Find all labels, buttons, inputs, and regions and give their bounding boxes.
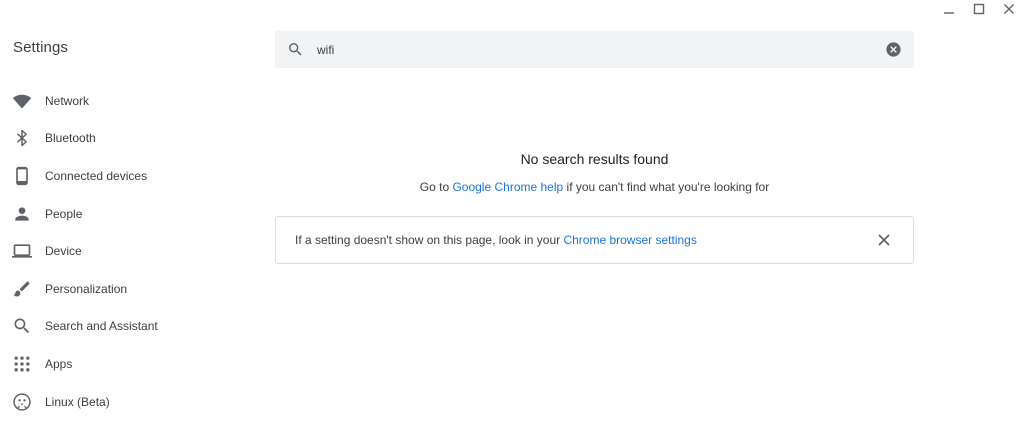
sidebar-item-device[interactable]: Device [0, 232, 240, 270]
minimize-icon [944, 12, 954, 14]
close-window-button[interactable] [994, 0, 1024, 18]
page-title: Settings [13, 39, 68, 56]
search-icon [287, 41, 305, 59]
notice-text-container: If a setting doesn't show on this page, … [276, 233, 875, 247]
person-icon [11, 203, 33, 225]
sidebar: Network Bluetooth Connected devices Peop… [0, 82, 240, 420]
penguin-icon [11, 391, 33, 413]
maximize-button[interactable] [964, 0, 994, 18]
sidebar-item-people[interactable]: People [0, 195, 240, 233]
sidebar-item-label: Connected devices [45, 168, 148, 183]
close-icon [878, 234, 890, 246]
search-input[interactable] [317, 31, 884, 68]
sidebar-item-label: Personalization [45, 281, 128, 296]
sidebar-item-apps[interactable]: Apps [0, 345, 240, 383]
sidebar-item-search-and-assistant[interactable]: Search and Assistant [0, 308, 240, 346]
bluetooth-icon [11, 127, 33, 149]
phone-icon [11, 165, 33, 187]
sidebar-item-label: Bluetooth [45, 131, 96, 146]
sidebar-item-connected-devices[interactable]: Connected devices [0, 157, 240, 195]
maximize-icon [973, 3, 985, 15]
notice-text: If a setting doesn't show on this page, … [295, 233, 564, 247]
search-icon [11, 315, 33, 337]
laptop-icon [11, 240, 33, 262]
sidebar-item-label: Device [45, 244, 82, 259]
sidebar-item-network[interactable]: Network [0, 82, 240, 120]
browser-settings-notice: If a setting doesn't show on this page, … [275, 216, 914, 264]
minimize-button[interactable] [934, 0, 964, 18]
close-icon [1004, 4, 1014, 14]
dismiss-notice-button[interactable] [875, 231, 893, 249]
help-suffix: if you can't find what you're looking fo… [563, 180, 770, 194]
chrome-browser-settings-link[interactable]: Chrome browser settings [563, 233, 696, 247]
sidebar-item-bluetooth[interactable]: Bluetooth [0, 120, 240, 158]
window-controls [934, 0, 1024, 20]
clear-icon [885, 42, 901, 57]
help-prefix: Go to [419, 180, 453, 194]
wifi-icon [11, 90, 33, 112]
sidebar-item-label: People [45, 206, 83, 221]
sidebar-item-linux[interactable]: Linux (Beta) [0, 383, 240, 421]
no-results-heading: No search results found [520, 151, 669, 167]
help-message: Go to Google Chrome help if you can't fi… [275, 180, 914, 194]
sidebar-item-personalization[interactable]: Personalization [0, 270, 240, 308]
clear-search-button[interactable] [884, 41, 902, 59]
chrome-help-link[interactable]: Google Chrome help [452, 180, 563, 194]
sidebar-item-label: Apps [45, 356, 73, 371]
sidebar-item-label: Search and Assistant [45, 319, 158, 334]
search-bar [275, 31, 914, 68]
sidebar-item-label: Linux (Beta) [45, 394, 110, 409]
apps-grid-icon [11, 353, 33, 375]
sidebar-item-label: Network [45, 93, 90, 108]
brush-icon [11, 278, 33, 300]
